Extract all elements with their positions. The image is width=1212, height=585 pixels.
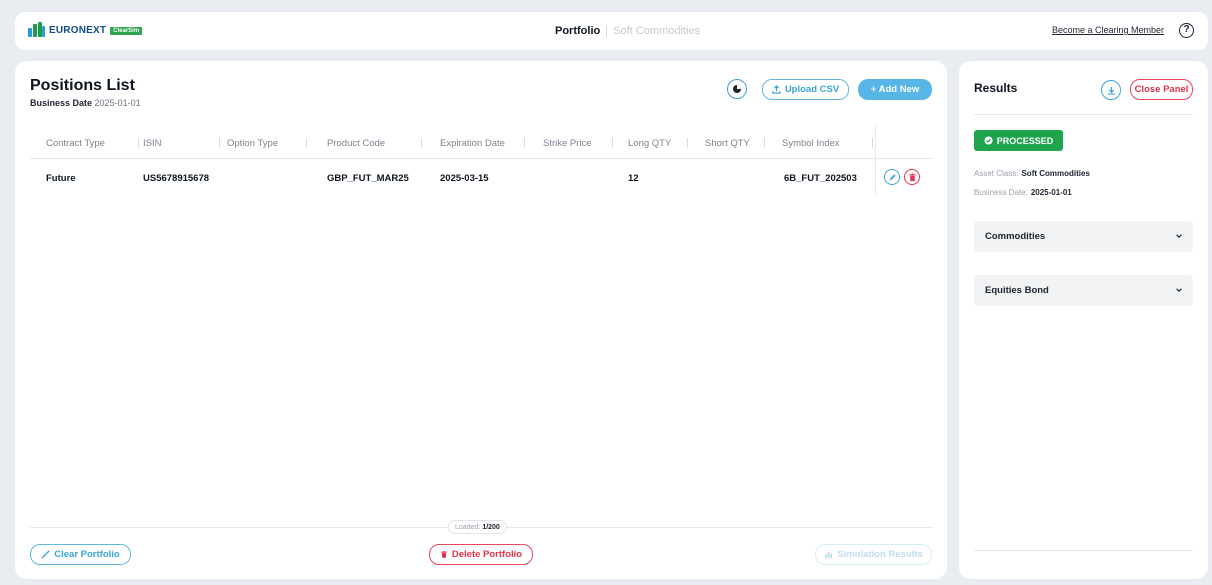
column-header[interactable]: ISIN (143, 138, 161, 149)
logo-text: EURONEXT (49, 25, 107, 36)
status-badge: PROCESSED (974, 130, 1063, 151)
results-title: Results (974, 81, 1018, 95)
column-separator (138, 138, 139, 148)
page-title: Positions List (30, 77, 135, 94)
column-separator (219, 138, 220, 148)
column-header[interactable]: Long QTY (628, 138, 671, 149)
delete-row-button[interactable] (904, 169, 920, 185)
results-business-date-label: Business Date: (974, 188, 1028, 197)
close-panel-label: Close Panel (1134, 84, 1189, 95)
logo-badge: ClearSim (110, 26, 143, 35)
results-panel: Results Close Panel PROCESSED Asset Clas… (959, 61, 1208, 579)
results-business-date-value: 2025-01-01 (1030, 188, 1072, 197)
add-new-button[interactable]: + Add New (858, 79, 932, 100)
column-header[interactable]: Symbol Index (782, 138, 840, 149)
accordion-equities-bond[interactable]: Equities Bond (974, 275, 1193, 306)
cell-contract-type: Future (46, 173, 76, 184)
loaded-count: Loaded: 1/200 (448, 520, 507, 534)
accordion-label: Commodities (985, 231, 1046, 242)
results-bottom-divider (974, 550, 1193, 551)
business-date-label: Business Date (30, 98, 93, 108)
pencil-icon (889, 173, 896, 180)
euronext-logo-icon (28, 22, 45, 39)
column-header[interactable]: Strike Price (543, 138, 592, 149)
simulation-results-button[interactable]: Simulation Results (815, 544, 932, 565)
column-separator (872, 138, 873, 148)
table-row[interactable]: Future US5678915678 GBP_FUT_MAR25 2025-0… (30, 161, 934, 197)
column-header[interactable]: Contract Type (46, 138, 105, 149)
loaded-label: Loaded: (455, 523, 481, 531)
asset-class-label: Asset Class: (974, 169, 1019, 178)
clear-portfolio-button[interactable]: Clear Portfolio (30, 544, 131, 565)
column-separator (764, 138, 765, 148)
nav-soft-commodities[interactable]: Soft Commodities (613, 25, 700, 37)
cell-expiration-date: 2025-03-15 (440, 173, 489, 184)
column-header[interactable]: Expiration Date (440, 138, 505, 149)
top-bar: EURONEXT ClearSim Portfolio Soft Commodi… (15, 12, 1208, 50)
cell-symbol-index: 6B_FUT_202503 (784, 173, 857, 184)
help-icon[interactable]: ? (1179, 23, 1194, 38)
nav-separator (606, 25, 608, 37)
chart-bars-icon (825, 551, 833, 559)
chart-button[interactable] (727, 79, 747, 99)
broom-icon (41, 550, 50, 559)
column-separator (524, 138, 525, 148)
upload-icon (772, 85, 781, 94)
close-panel-button[interactable]: Close Panel (1130, 79, 1193, 100)
upload-csv-label: Upload CSV (784, 84, 840, 95)
cell-product-code: GBP_FUT_MAR25 (327, 173, 409, 184)
column-header[interactable]: Option Type (227, 138, 278, 149)
column-separator (421, 138, 422, 148)
check-circle-icon (984, 136, 993, 145)
become-clearing-member-link[interactable]: Become a Clearing Member (1052, 25, 1164, 35)
upload-csv-button[interactable]: Upload CSV (762, 79, 849, 100)
add-new-label: + Add New (870, 84, 920, 95)
column-header[interactable]: Product Code (327, 138, 385, 149)
accordion-commodities[interactable]: Commodities (974, 221, 1193, 252)
business-date: Business Date 2025-01-01 (30, 98, 141, 108)
business-date-value: 2025-01-01 (94, 98, 141, 108)
trash-icon (908, 172, 916, 181)
simulation-results-label: Simulation Results (837, 549, 923, 560)
nav-portfolio[interactable]: Portfolio (555, 25, 600, 37)
asset-class-value: Soft Commodities (1021, 169, 1090, 178)
cell-isin: US5678915678 (143, 173, 210, 184)
results-divider (974, 114, 1193, 115)
positions-panel: Positions List Business Date 2025-01-01 … (15, 61, 947, 579)
pie-chart-icon (733, 85, 741, 93)
download-button[interactable] (1101, 80, 1121, 100)
euronext-logo[interactable]: EURONEXT ClearSim (28, 22, 143, 39)
chevron-down-icon (1176, 288, 1182, 293)
cell-long-qty: 12 (628, 173, 639, 184)
delete-portfolio-button[interactable]: Delete Portfolio (429, 544, 533, 565)
accordion-label: Equities Bond (985, 285, 1049, 296)
breadcrumb: Portfolio Soft Commodities (555, 25, 700, 37)
loaded-value: 1/200 (482, 523, 500, 531)
clear-portfolio-label: Clear Portfolio (54, 549, 120, 560)
results-business-date: Business Date: 2025-01-01 (974, 188, 1072, 197)
table-header: Contract Type ISIN Option Type Product C… (30, 129, 934, 159)
status-text: PROCESSED (996, 135, 1054, 146)
column-separator (612, 138, 613, 148)
asset-class: Asset Class: Soft Commodities (974, 169, 1090, 178)
download-icon (1107, 86, 1115, 95)
delete-portfolio-label: Delete Portfolio (451, 549, 523, 560)
column-separator (306, 138, 307, 148)
column-separator (687, 138, 688, 148)
chevron-down-icon (1176, 234, 1182, 239)
trash-icon (441, 550, 447, 558)
header-divider (30, 158, 934, 159)
column-header[interactable]: Short QTY (705, 138, 750, 149)
edit-row-button[interactable] (884, 169, 900, 185)
